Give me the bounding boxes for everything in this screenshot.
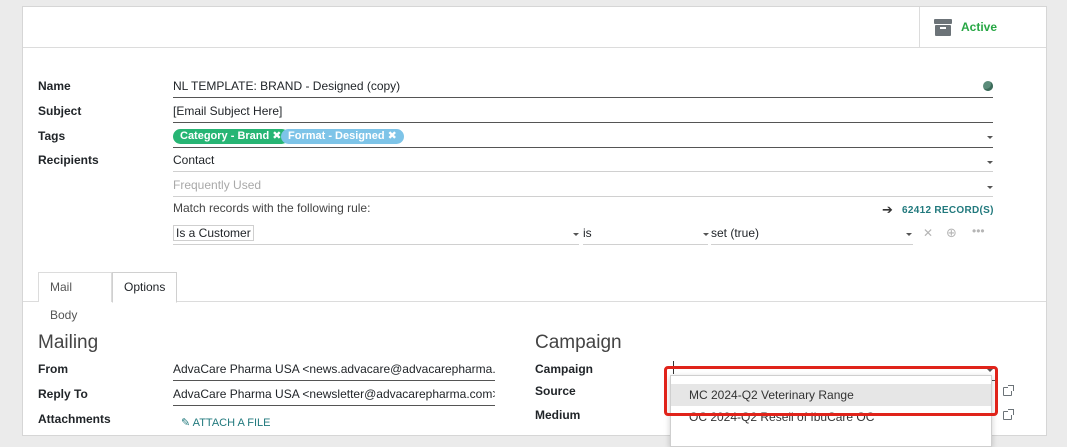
delete-rule-icon[interactable]: ✕ (923, 226, 933, 240)
chevron-down-icon[interactable] (573, 233, 579, 236)
tags-label: Tags (38, 129, 66, 143)
name-input[interactable]: NL TEMPLATE: BRAND - Designed (copy) (173, 77, 993, 98)
name-label: Name (38, 79, 71, 93)
status-bar: Active (23, 7, 1046, 48)
highlight-box (664, 366, 998, 416)
subject-value: [Email Subject Here] (173, 104, 283, 118)
active-label: Active (961, 20, 998, 34)
rule-field-value: Is a Customer (173, 225, 254, 241)
campaign-section-title: Campaign (535, 332, 622, 353)
rule-caption: Match records with the following rule: (173, 201, 371, 215)
from-value: AdvaCare Pharma USA <news.advacare@advac… (173, 362, 495, 376)
rule-value-select[interactable]: set (true) (711, 224, 913, 245)
source-label: Source (535, 384, 576, 398)
attachments-label: Attachments (38, 412, 111, 426)
name-value: NL TEMPLATE: BRAND - Designed (copy) (173, 79, 401, 93)
more-options-icon[interactable]: ••• (972, 224, 985, 238)
external-link-icon[interactable] (1003, 409, 1014, 420)
tab-options[interactable]: Options (112, 272, 177, 303)
medium-label: Medium (535, 408, 581, 422)
frequently-used-select[interactable]: Frequently Used (173, 176, 993, 197)
rule-field-select[interactable]: Is a Customer (173, 224, 579, 245)
globe-icon[interactable] (983, 81, 993, 91)
reply-to-value: AdvaCare Pharma USA <newsletter@advacare… (173, 387, 495, 401)
archive-icon (934, 18, 952, 36)
active-toggle-button[interactable]: Active (919, 7, 1046, 47)
recipients-model-select[interactable]: Contact (173, 151, 993, 172)
from-input[interactable]: AdvaCare Pharma USA <news.advacare@advac… (173, 360, 495, 381)
chevron-down-icon[interactable] (703, 233, 709, 236)
rule-operator-value: is (583, 226, 592, 240)
chevron-down-icon[interactable] (987, 136, 993, 139)
external-link-icon[interactable] (1003, 385, 1014, 396)
subject-input[interactable]: [Email Subject Here] (173, 102, 993, 123)
frequently-used-placeholder: Frequently Used (173, 178, 262, 192)
mailing-section-title: Mailing (38, 332, 99, 353)
recipients-value: Contact (173, 153, 215, 167)
rule-operator-select[interactable]: is (583, 224, 708, 245)
subject-label: Subject (38, 104, 82, 118)
reply-to-input[interactable]: AdvaCare Pharma USA <newsletter@advacare… (173, 385, 495, 406)
campaign-label: Campaign (535, 362, 594, 376)
tag-category-brand[interactable]: Category - Brand ✖ (173, 129, 289, 144)
chevron-down-icon[interactable] (987, 161, 993, 164)
arrow-right-icon: ➔ (882, 202, 893, 217)
rule-value-value: set (true) (711, 226, 760, 240)
add-rule-icon[interactable]: ⊕ (946, 225, 957, 241)
chevron-down-icon[interactable] (987, 186, 993, 189)
tag-format-designed[interactable]: Format - Designed ✖ (281, 129, 404, 144)
tab-mail-body[interactable]: Mail Body (38, 272, 112, 322)
attach-file-button[interactable]: ✎ ATTACH A FILE (181, 416, 271, 429)
recipients-label: Recipients (38, 153, 99, 167)
paperclip-icon: ✎ (181, 417, 191, 429)
from-label: From (38, 362, 68, 376)
records-count-link[interactable]: 62412 RECORD(S) (902, 205, 994, 216)
chevron-down-icon[interactable] (906, 233, 912, 236)
reply-to-label: Reply To (38, 387, 88, 401)
